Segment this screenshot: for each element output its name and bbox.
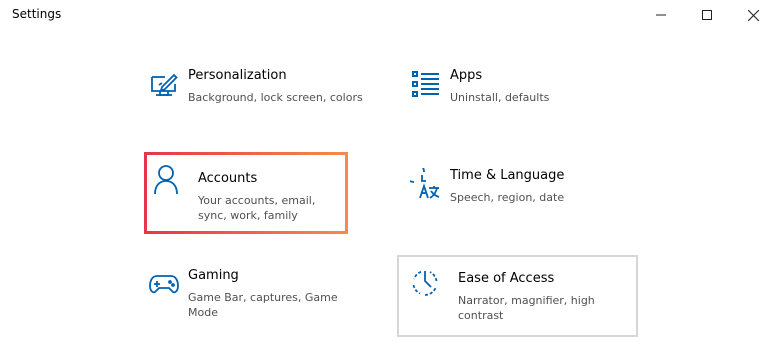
tile-gaming[interactable]: Gaming Game Bar, captures, Game Mode <box>136 256 376 336</box>
tile-accounts[interactable]: Accounts Your accounts, email, sync, wor… <box>144 152 348 234</box>
maximize-button[interactable] <box>684 0 730 30</box>
tile-title: Ease of Access <box>458 271 555 286</box>
maximize-icon <box>702 10 712 20</box>
close-button[interactable] <box>730 0 768 30</box>
person-icon <box>150 164 182 196</box>
tile-title: Personalization <box>188 68 287 83</box>
title-bar[interactable]: Settings <box>0 0 768 30</box>
close-icon <box>747 9 759 21</box>
apps-icon <box>410 68 442 100</box>
tile-description: Game Bar, captures, Game Mode <box>188 291 338 319</box>
settings-window: Settings Personalization Background, loc… <box>0 0 768 352</box>
minimize-button[interactable] <box>638 0 684 30</box>
tile-title: Accounts <box>198 171 258 186</box>
personalization-icon <box>148 68 180 100</box>
tile-time-language[interactable]: Time & Language Speech, region, date <box>398 156 638 236</box>
tile-description: Background, lock screen, colors <box>188 91 363 104</box>
ease-of-access-icon <box>409 267 441 299</box>
window-title: Settings <box>12 7 62 21</box>
tile-description: Narrator, magnifier, high contrast <box>458 294 595 322</box>
tile-ease-of-access[interactable]: Ease of Access Narrator, magnifier, high… <box>397 255 638 337</box>
minimize-icon <box>656 10 666 20</box>
tile-description: Uninstall, defaults <box>450 91 550 104</box>
tile-personalization[interactable]: Personalization Background, lock screen,… <box>136 56 376 136</box>
tile-description: Your accounts, email, sync, work, family <box>198 194 316 222</box>
tile-title: Apps <box>450 68 483 83</box>
tile-apps[interactable]: Apps Uninstall, defaults <box>398 56 638 136</box>
tile-description: Speech, region, date <box>450 191 565 204</box>
time-language-icon <box>410 168 442 200</box>
tile-title: Gaming <box>188 268 239 283</box>
gamepad-icon <box>148 268 180 300</box>
tile-title: Time & Language <box>450 168 565 183</box>
